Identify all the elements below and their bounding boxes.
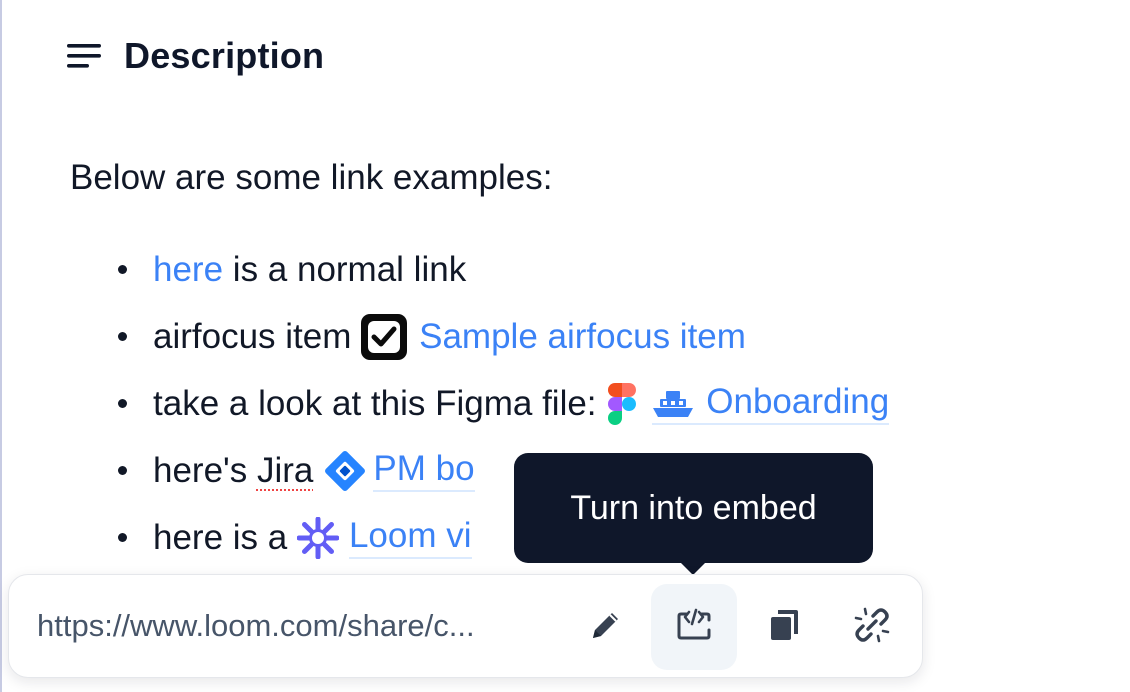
- description-header: Description: [66, 30, 324, 82]
- bullet: [118, 265, 127, 274]
- loom-icon: [296, 516, 339, 559]
- embed-icon: [675, 608, 713, 647]
- copy-link-button[interactable]: [741, 584, 827, 670]
- list-item: here is a normal link: [110, 236, 889, 303]
- list-item: airfocus item Sample airfocus item: [110, 303, 889, 370]
- bullet: [118, 399, 127, 408]
- spellcheck-word: Jira: [256, 450, 314, 490]
- airfocus-item-link[interactable]: Sample airfocus item: [419, 317, 746, 357]
- left-border: [0, 0, 2, 692]
- item-text: airfocus item: [153, 316, 362, 356]
- embed-tooltip: Turn into embed: [514, 453, 873, 575]
- bullet: [118, 332, 127, 341]
- bullet: [118, 533, 127, 542]
- item-text: is a normal link: [223, 249, 467, 289]
- copy-icon: [767, 607, 801, 648]
- figma-icon: [608, 382, 637, 425]
- unlink-icon: [853, 606, 891, 649]
- edit-link-button[interactable]: [563, 584, 649, 670]
- bullet: [118, 466, 127, 475]
- jira-icon: [323, 449, 367, 493]
- intro-text: Below are some link examples:: [70, 158, 553, 197]
- list-item: take a look at this Figma file: Onboardi…: [110, 370, 890, 437]
- item-text: here's: [153, 450, 257, 490]
- item-text: take a look at this Figma file:: [153, 383, 607, 423]
- item-text: here is a: [153, 517, 297, 557]
- link-url[interactable]: https://www.loom.com/share/c...: [37, 575, 475, 677]
- checkbox-icon: [361, 313, 408, 360]
- link-toolbar: https://www.loom.com/share/c...: [8, 574, 923, 678]
- description-title: Description: [124, 35, 325, 76]
- ship-icon: [652, 389, 694, 419]
- onboarding-link-text: Onboarding: [706, 382, 890, 421]
- align-left-icon: [66, 38, 102, 74]
- onboarding-figma-link[interactable]: Onboarding: [652, 382, 890, 425]
- turn-into-embed-button[interactable]: [651, 584, 737, 670]
- tooltip-text: Turn into embed: [570, 488, 817, 527]
- unlink-button[interactable]: [829, 584, 915, 670]
- jira-board-link[interactable]: PM bo: [373, 449, 475, 492]
- loom-video-link[interactable]: Loom vi: [348, 516, 472, 559]
- pencil-icon: [588, 607, 624, 648]
- normal-link[interactable]: here: [153, 250, 223, 290]
